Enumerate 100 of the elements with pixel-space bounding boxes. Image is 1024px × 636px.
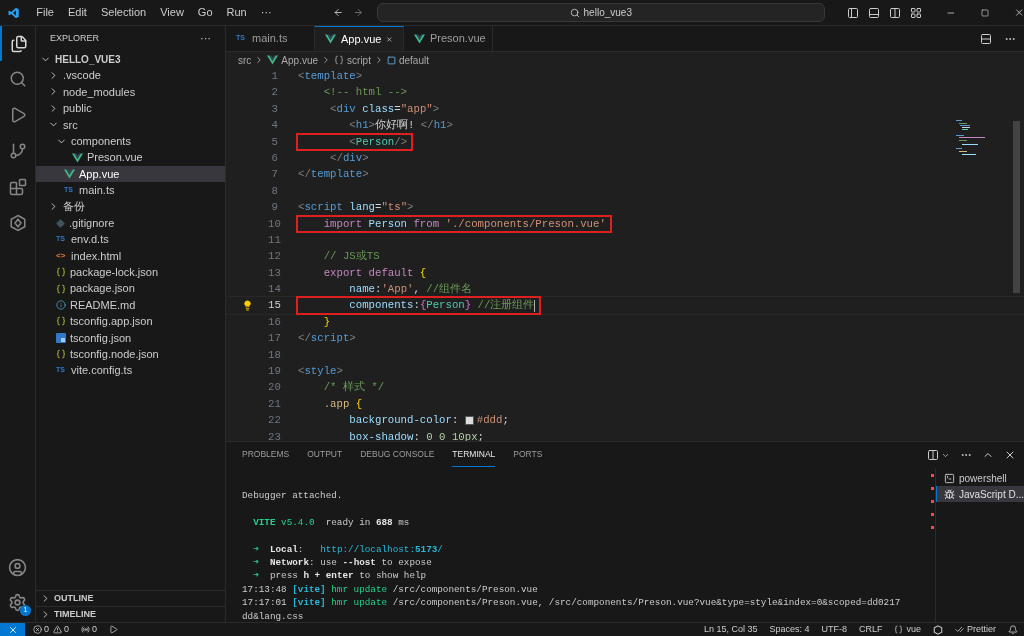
code-line: // JS或TS	[322, 249, 380, 265]
settings-icon[interactable]	[8, 593, 27, 612]
remote-button[interactable]	[0, 623, 25, 636]
editor-tab[interactable]: App.vue	[315, 26, 404, 51]
vue-file-icon	[325, 34, 336, 44]
problems-button[interactable]: 0 0	[33, 622, 70, 636]
ports-button[interactable]: 0	[81, 622, 98, 636]
search-icon	[569, 7, 580, 18]
tree-item[interactable]: App.vue	[36, 165, 225, 183]
code-line: components:{Person} //注册组件	[348, 298, 535, 314]
tree-item[interactable]: tsconfig.app.json	[36, 313, 225, 330]
menu-item[interactable]: Run	[219, 4, 254, 21]
tree-item[interactable]: .vscode	[36, 67, 225, 84]
breadcrumb-item[interactable]: App.vue	[267, 52, 319, 68]
toggle-sidebar-icon[interactable]	[846, 6, 859, 19]
menu-item[interactable]: Edit	[60, 4, 94, 21]
warning-icon	[53, 625, 62, 634]
status-item[interactable]: Spaces: 4	[769, 622, 810, 636]
sidebar-title: EXPLORER	[50, 31, 100, 45]
source-control-icon[interactable]	[8, 142, 27, 160]
tree-item[interactable]: Preson.vue	[36, 149, 225, 166]
color-swatch[interactable]	[464, 415, 474, 425]
menu-item[interactable]: Go	[190, 4, 220, 21]
account-icon[interactable]	[8, 558, 27, 577]
error-marker	[930, 526, 934, 529]
status-item[interactable]: Ln 15, Col 35	[703, 622, 758, 636]
panel-tab[interactable]: PORTS	[513, 443, 543, 467]
info-file-icon	[56, 300, 66, 311]
status-item[interactable]: CRLF	[858, 622, 883, 636]
code-line: </div>	[329, 150, 369, 166]
breadcrumb-item[interactable]: default	[386, 52, 429, 68]
section-header[interactable]: TIMELINE	[36, 606, 225, 622]
maximize-icon[interactable]	[980, 7, 989, 18]
panel-tab[interactable]: TERMINAL	[452, 443, 496, 467]
tree-item[interactable]: package-lock.json	[36, 264, 225, 281]
error-marker	[930, 513, 934, 516]
tree-item[interactable]: node_modules	[36, 83, 225, 101]
explorer-icon[interactable]	[9, 34, 28, 53]
debug-run-icon[interactable]	[109, 625, 119, 634]
tree-item[interactable]: <> index.html	[36, 247, 225, 265]
tree-item[interactable]: components	[36, 132, 225, 150]
terminal-list-item[interactable]: powershell	[936, 470, 1024, 486]
terminal-line: 17:13:48 [vite] hmr update /src/components/Preson.vue	[242, 582, 539, 597]
section-header[interactable]: OUTLINE	[36, 590, 225, 606]
lightbulb-icon[interactable]	[241, 300, 253, 312]
code-line: box-shadow: 0 0 10px;	[348, 429, 484, 441]
split-editor-icon[interactable]	[980, 32, 992, 45]
error-icon	[33, 625, 42, 634]
menu-item[interactable]: Selection	[93, 4, 154, 21]
tree-item[interactable]: README.md	[36, 296, 225, 314]
vue-file-icon	[72, 152, 83, 163]
line-number: 17	[268, 331, 278, 347]
toggle-secondary-sidebar-icon[interactable]	[888, 6, 901, 19]
code-line: background-color: #ddd;	[348, 413, 509, 429]
toggle-panel-icon[interactable]	[867, 6, 880, 19]
editor-tab[interactable]: Preson.vue	[404, 26, 493, 51]
tree-item[interactable]: src	[36, 116, 225, 133]
hexagon-icon[interactable]	[933, 624, 943, 635]
line-number: 6	[270, 150, 278, 166]
tree-item[interactable]: public	[36, 100, 225, 117]
menu-item[interactable]: View	[153, 4, 191, 21]
tree-item[interactable]: tsconfig.json	[36, 329, 225, 347]
scrollbar-thumb[interactable]	[1013, 121, 1020, 293]
layout-icon[interactable]	[909, 6, 922, 19]
tree-item[interactable]: package.json	[36, 280, 225, 297]
hexagon-icon[interactable]	[8, 214, 27, 232]
tree-item[interactable]: 备份	[36, 198, 225, 215]
split-terminal-icon[interactable]	[927, 449, 939, 461]
panel-tab[interactable]: DEBUG CONSOLE	[360, 443, 435, 467]
panel-tab[interactable]: OUTPUT	[307, 443, 343, 467]
notifications-icon[interactable]	[1008, 624, 1018, 635]
line-number: 8	[270, 183, 278, 199]
line-number: 19	[268, 364, 278, 380]
language-mode[interactable]: vue	[894, 622, 921, 636]
formatter-status[interactable]: Prettier	[955, 622, 996, 636]
antenna-icon	[81, 625, 91, 634]
menu-item[interactable]: ···	[253, 4, 279, 21]
terminal-list-item[interactable]: JavaScript D...	[936, 486, 1024, 502]
error-marker	[930, 487, 934, 490]
breadcrumb-item[interactable]: src	[238, 52, 252, 68]
close-icon[interactable]	[1013, 6, 1024, 19]
extensions-icon[interactable]	[8, 178, 27, 196]
terminal-line: VITE v5.4.0 ready in 688 ms	[252, 515, 411, 530]
back-icon[interactable]	[332, 6, 344, 19]
forward-icon[interactable]	[353, 6, 364, 19]
debug-icon	[944, 488, 955, 500]
tree-item[interactable]: HELLO_VUE3	[36, 51, 225, 68]
more-actions-button[interactable]: ···	[200, 30, 211, 47]
code-line: <!-- html -->	[322, 85, 408, 101]
vue-file-icon	[267, 55, 279, 65]
menu-item[interactable]: File	[29, 4, 61, 21]
line-number: 2	[270, 85, 278, 101]
tree-item[interactable]: tsconfig.node.json	[36, 346, 225, 363]
breadcrumb-item[interactable]: script	[334, 52, 371, 68]
command-center-search[interactable]: hello_vue3	[376, 3, 825, 22]
tree-item[interactable]: .gitignore	[36, 214, 225, 232]
search-icon[interactable]	[8, 70, 27, 88]
close-panel-icon[interactable]	[1004, 449, 1016, 461]
status-item[interactable]: UTF-8	[821, 622, 847, 636]
panel-tab[interactable]: PROBLEMS	[242, 443, 290, 467]
